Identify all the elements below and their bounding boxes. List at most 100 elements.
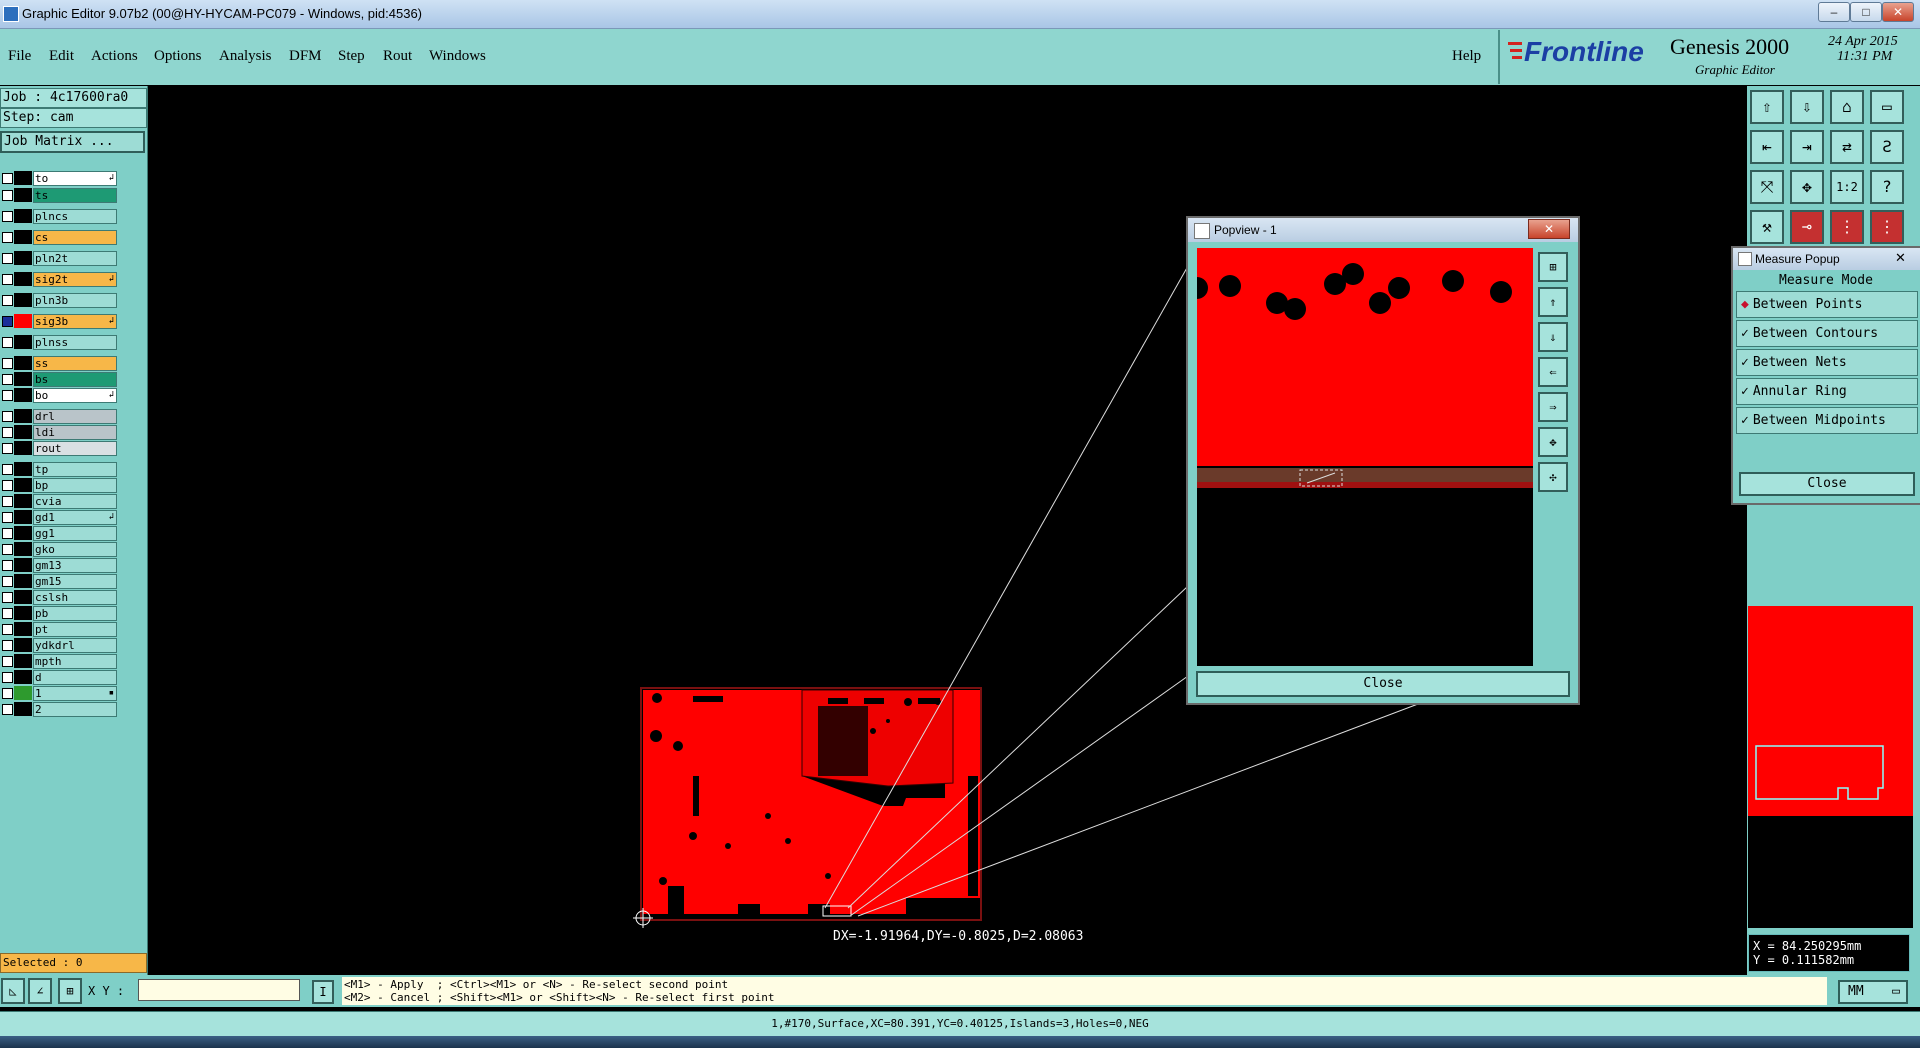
menu-step[interactable]: Step — [338, 48, 365, 65]
job-matrix-button[interactable]: Job Matrix ... — [0, 131, 145, 153]
layer-row-1[interactable]: 1 ▪ — [0, 686, 117, 701]
layer-name[interactable]: gd1 ↲ — [33, 510, 117, 525]
minimize-button[interactable]: – — [1818, 2, 1850, 22]
menu-analysis[interactable]: Analysis — [219, 48, 272, 65]
layer-name[interactable]: tp — [33, 462, 117, 477]
layer-row-2[interactable]: 2 — [0, 702, 117, 717]
layer-checkbox[interactable] — [2, 480, 13, 491]
layer-row-drl[interactable]: drl — [0, 409, 117, 424]
layer-name[interactable]: sig2t ↲ — [33, 272, 117, 287]
layer-row-d[interactable]: d — [0, 670, 117, 685]
layer-color-swatch[interactable] — [14, 409, 32, 423]
layer-color-swatch[interactable] — [14, 356, 32, 370]
layer-checkbox[interactable] — [2, 592, 13, 603]
mode-annular-ring[interactable]: ✓ Annular Ring — [1736, 378, 1918, 405]
layer-row-ts[interactable]: ts — [0, 188, 117, 203]
layer-checkbox[interactable] — [2, 464, 13, 475]
layer-row-cvia[interactable]: cvia — [0, 494, 117, 509]
layer-color-swatch[interactable] — [14, 171, 32, 185]
layer-name[interactable]: cslsh — [33, 590, 117, 605]
layer-color-swatch[interactable] — [14, 293, 32, 307]
layer-color-swatch[interactable] — [14, 314, 32, 328]
layer-name[interactable]: ydkdrl — [33, 638, 117, 653]
layer-color-swatch[interactable] — [14, 558, 32, 572]
layer-name[interactable]: rout — [33, 441, 117, 456]
layer-checkbox[interactable] — [2, 295, 13, 306]
angle-icon[interactable]: ∠ — [28, 978, 52, 1004]
layer-name[interactable]: plnss — [33, 335, 117, 350]
help-icon[interactable]: ? — [1870, 170, 1904, 204]
layer-checkbox[interactable] — [2, 624, 13, 635]
layer-name[interactable]: gko — [33, 542, 117, 557]
layer-color-swatch[interactable] — [14, 590, 32, 604]
window-icon[interactable]: ▭ — [1870, 90, 1904, 124]
layer-row-gg1[interactable]: gg1 — [0, 526, 117, 541]
layer-color-swatch[interactable] — [14, 388, 32, 402]
layer-row-bp[interactable]: bp — [0, 478, 117, 493]
layer-row-ydkdrl[interactable]: ydkdrl — [0, 638, 117, 653]
layer-name[interactable]: ss — [33, 356, 117, 371]
layer-color-swatch[interactable] — [14, 209, 32, 223]
popview-close-button[interactable]: Close — [1196, 671, 1570, 697]
layer-name[interactable]: ts — [33, 188, 117, 203]
layer-name[interactable]: cs — [33, 230, 117, 245]
close-window-button[interactable]: ✕ — [1882, 2, 1914, 22]
layer-row-to[interactable]: to ↲ — [0, 171, 117, 186]
popview-center-icon[interactable]: ✣ — [1538, 462, 1568, 492]
layer-checkbox[interactable] — [2, 253, 13, 264]
layer-name[interactable]: 1 ▪ — [33, 686, 117, 701]
board2-icon[interactable]: ⋮ — [1870, 210, 1904, 244]
layer-row-gd1[interactable]: gd1 ↲ — [0, 510, 117, 525]
line-icon[interactable]: ⊸ — [1790, 210, 1824, 244]
measure-close-button[interactable]: Close — [1739, 472, 1915, 496]
layer-color-swatch[interactable] — [14, 372, 32, 386]
layer-name[interactable]: drl — [33, 409, 117, 424]
layer-checkbox[interactable] — [2, 528, 13, 539]
layer-color-swatch[interactable] — [14, 542, 32, 556]
measure-close-icon[interactable]: ✕ — [1895, 250, 1906, 266]
layer-row-sig3b[interactable]: sig3b ↲ — [0, 314, 117, 329]
layer-name[interactable]: bo ↲ — [33, 388, 117, 403]
layer-row-tp[interactable]: tp — [0, 462, 117, 477]
layer-row-gko[interactable]: gko — [0, 542, 117, 557]
layer-color-swatch[interactable] — [14, 188, 32, 202]
info-icon[interactable]: I — [312, 980, 334, 1004]
layer-color-swatch[interactable] — [14, 462, 32, 476]
layer-color-swatch[interactable] — [14, 622, 32, 636]
layer-checkbox[interactable] — [2, 672, 13, 683]
snap-icon[interactable]: ◺ — [1, 978, 25, 1004]
layer-checkbox[interactable] — [2, 576, 13, 587]
layer-color-swatch[interactable] — [14, 654, 32, 668]
layer-color-swatch[interactable] — [14, 251, 32, 265]
layer-name[interactable]: plncs — [33, 209, 117, 224]
layer-row-gm15[interactable]: gm15 — [0, 574, 117, 589]
maximize-button[interactable]: □ — [1850, 2, 1882, 22]
layer-name[interactable]: mpth — [33, 654, 117, 669]
layer-name[interactable]: sig3b ↲ — [33, 314, 117, 329]
menu-actions[interactable]: Actions — [91, 48, 138, 65]
xy-input[interactable] — [138, 979, 300, 1001]
menu-file[interactable]: File — [8, 48, 31, 65]
pan-icon[interactable]: ⇄ — [1830, 130, 1864, 164]
board-icon[interactable]: ⋮ — [1830, 210, 1864, 244]
layer-checkbox[interactable] — [2, 374, 13, 385]
home-icon[interactable]: ⇧ — [1750, 90, 1784, 124]
layer-color-swatch[interactable] — [14, 686, 32, 700]
layer-row-pt[interactable]: pt — [0, 622, 117, 637]
layer-checkbox[interactable] — [2, 560, 13, 571]
layer-checkbox[interactable] — [2, 640, 13, 651]
layer-color-swatch[interactable] — [14, 606, 32, 620]
layer-color-swatch[interactable] — [14, 478, 32, 492]
menu-windows[interactable]: Windows — [429, 48, 486, 65]
layer-checkbox[interactable] — [2, 358, 13, 369]
popview-close-icon[interactable]: ✕ — [1528, 219, 1570, 239]
save-icon[interactable]: ⇩ — [1790, 90, 1824, 124]
popview-zoom-icon[interactable]: ⊞ — [1538, 252, 1568, 282]
popview-left-icon[interactable]: ⇐ — [1538, 357, 1568, 387]
layer-color-swatch[interactable] — [14, 272, 32, 286]
layer-checkbox[interactable] — [2, 608, 13, 619]
menu-help[interactable]: Help — [1452, 48, 1481, 65]
zoom-left-icon[interactable]: ⇤ — [1750, 130, 1784, 164]
layer-name[interactable]: gg1 — [33, 526, 117, 541]
overview-map[interactable] — [1748, 606, 1913, 816]
